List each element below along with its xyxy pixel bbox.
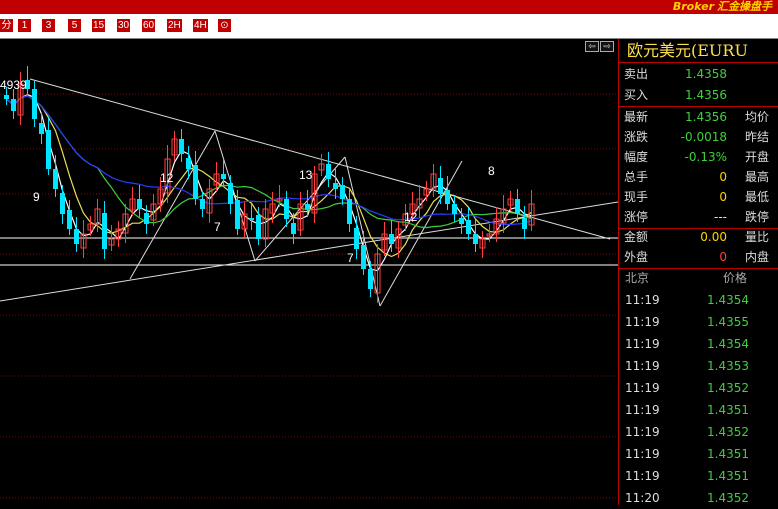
- scroll-right-icon[interactable]: ⇨: [600, 41, 614, 52]
- candle-body: [179, 139, 184, 154]
- buy-price: 1.4356: [685, 88, 727, 102]
- candle-body: [473, 234, 478, 244]
- candle-body: [144, 213, 149, 224]
- candle-body: [291, 223, 296, 234]
- candle-body: [326, 164, 331, 179]
- stat-row: 外盘 0 内盘: [624, 250, 770, 264]
- tick-row: 11:19 1.4352: [625, 425, 749, 439]
- period-3m-button[interactable]: 3: [42, 19, 55, 32]
- candle-body: [368, 269, 373, 289]
- stat-row: 幅度 -0.13% 开盘: [624, 150, 770, 164]
- wave-label: 12: [404, 210, 418, 224]
- tick-row: 11:19 1.4353: [625, 359, 749, 373]
- stat-row: 金额 0.00 量比: [624, 230, 770, 244]
- tick-row: 11:19 1.4354: [625, 337, 749, 351]
- candle-body: [39, 123, 44, 134]
- candle-body: [235, 200, 240, 229]
- candle-body: [11, 99, 16, 111]
- candle-body: [53, 169, 58, 189]
- stat-row: 总手 0 最高: [624, 170, 770, 184]
- candle-body: [284, 199, 289, 219]
- candle-body: [102, 213, 107, 249]
- period-15m-button[interactable]: 15: [92, 19, 106, 32]
- candle-body: [67, 210, 72, 229]
- candle-body: [200, 199, 205, 209]
- candle-body: [354, 228, 359, 249]
- candle-body: [137, 199, 142, 209]
- sell-price: 1.4358: [685, 67, 727, 81]
- candle-body: [445, 190, 450, 204]
- candle-body: [522, 218, 527, 229]
- candle-body: [305, 204, 310, 209]
- stat-row: 现手 0 最低: [624, 190, 770, 204]
- top-title-bar: Broker 汇金操盘手: [0, 0, 778, 14]
- scroll-left-icon[interactable]: ⇦: [585, 41, 599, 52]
- tick-row: 11:19 1.4351: [625, 403, 749, 417]
- candle-body: [32, 89, 37, 119]
- quote-panel: 欧元美元(EURU 卖出 1.4358 买入 1.4356 最新 1.4356 …: [618, 39, 778, 505]
- candle-body: [333, 183, 338, 189]
- period-1m-button[interactable]: 1: [18, 19, 31, 32]
- candle-body: [340, 185, 345, 199]
- candle-body: [186, 158, 191, 169]
- period-4h-button[interactable]: 4H: [193, 19, 208, 32]
- wave-label: 12: [160, 171, 174, 185]
- stat-row: 涨跌 -0.0018 昨结: [624, 130, 770, 144]
- tick-row: 11:19 1.4351: [625, 447, 749, 461]
- candle-body: [74, 229, 79, 244]
- tick-row: 11:20 1.4352: [625, 491, 749, 505]
- wave-label: 13: [299, 168, 313, 182]
- candle-body: [193, 165, 198, 199]
- trend-line: [29, 78, 611, 240]
- tick-row: 11:19 1.4354: [625, 293, 749, 307]
- tick-row: 11:19 1.4355: [625, 315, 749, 329]
- period-minute-button[interactable]: 分: [0, 19, 13, 32]
- ticks-header: 北京 价格: [625, 271, 748, 285]
- stat-row: 最新 1.4356 均价: [624, 110, 770, 124]
- buy-row: 买入 1.4356: [619, 85, 778, 105]
- wave-label: 8: [488, 164, 495, 178]
- wave-label: 9: [33, 190, 40, 204]
- candle-body: [466, 220, 471, 234]
- sell-row: 卖出 1.4358: [619, 64, 778, 84]
- stat-row: 涨停 --- 跌停: [624, 210, 770, 224]
- price-label: 4939: [0, 78, 27, 92]
- ma-line-2: [6, 95, 532, 258]
- period-30m-button[interactable]: 30: [117, 19, 131, 32]
- candle-body: [256, 215, 261, 239]
- candle-body: [249, 218, 254, 220]
- candle-body: [4, 95, 9, 99]
- period-5m-button[interactable]: 5: [68, 19, 81, 32]
- candle-body: [361, 245, 366, 269]
- candle-body: [221, 174, 226, 179]
- candle-body: [459, 218, 464, 224]
- instrument-title: 欧元美元(EURU: [619, 39, 778, 63]
- trend-line: [379, 160, 463, 307]
- candle-body: [60, 193, 65, 214]
- candle-body: [452, 204, 457, 214]
- tick-row: 11:19 1.4352: [625, 381, 749, 395]
- tick-row: 11:19 1.4351: [625, 469, 749, 483]
- candle-body: [515, 199, 520, 214]
- wave-label: 7: [214, 220, 221, 234]
- candle-body: [228, 183, 233, 204]
- broker-logo: Broker 汇金操盘手: [672, 0, 772, 13]
- wave-label: 7: [347, 251, 354, 265]
- period-2h-button[interactable]: 2H: [167, 19, 182, 32]
- candle-body: [389, 234, 394, 244]
- clock-icon[interactable]: ⊙: [218, 19, 231, 32]
- candlestick-chart[interactable]: 4939 9 12 7 13 7 12 8: [0, 39, 618, 505]
- period-60m-button[interactable]: 60: [142, 19, 156, 32]
- candle-body: [438, 178, 443, 194]
- candle-body: [347, 199, 352, 224]
- candle-body: [46, 130, 51, 169]
- period-toolbar: 分 1 3 5 15 30 60 2H 4H ⊙: [0, 14, 778, 39]
